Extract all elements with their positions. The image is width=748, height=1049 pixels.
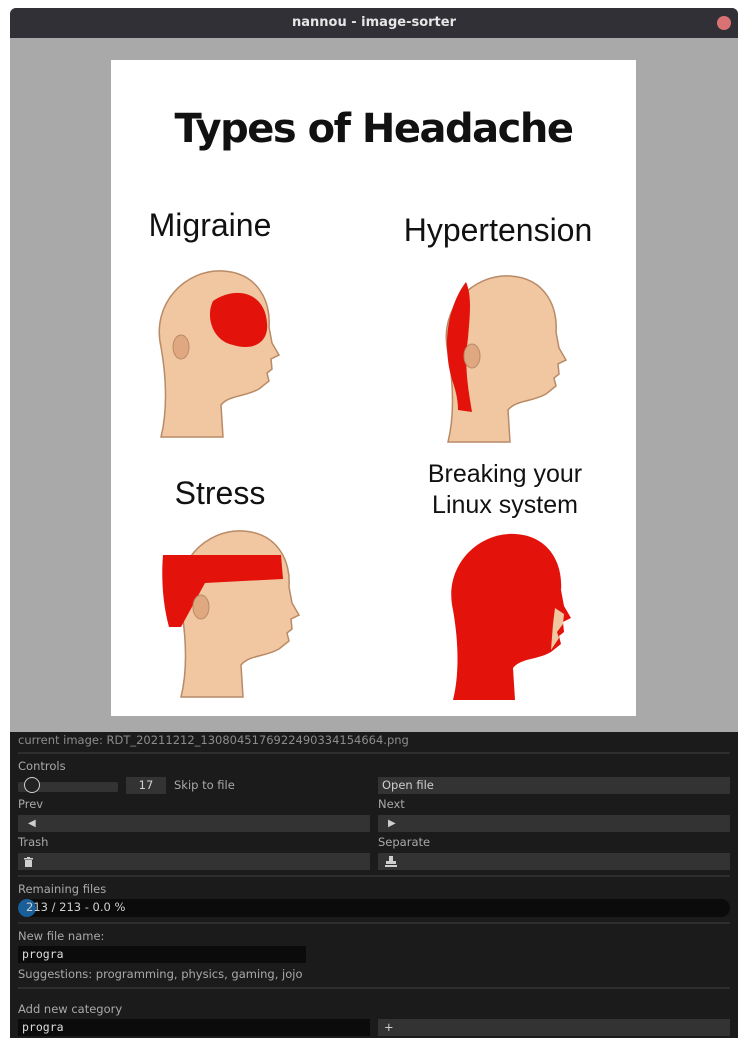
caption-linux-line2: Linux system <box>432 491 578 519</box>
caret-left-icon: ◀ <box>28 818 36 829</box>
controls-label: Controls <box>18 759 66 773</box>
divider <box>18 752 730 754</box>
caption-linux: Breaking your Linux system <box>394 459 616 521</box>
separate-button[interactable] <box>378 853 730 870</box>
separate-label: Separate <box>378 835 431 849</box>
trash-icon <box>24 857 33 867</box>
image-viewer: Types of Headache Migraine Hypertension … <box>10 38 738 732</box>
current-image-label: current image: RDT_20211212_130804517692… <box>18 733 409 747</box>
skip-to-file-label: Skip to file <box>174 778 235 792</box>
divider <box>18 922 730 924</box>
caption-migraine: Migraine <box>148 207 272 243</box>
add-category-input[interactable]: progra <box>18 1019 370 1036</box>
trash-label: Trash <box>18 835 49 849</box>
progress-bar: 213 / 213 - 0.0 % <box>18 899 730 917</box>
prev-label: Prev <box>18 797 44 811</box>
caption-hypertension: Hypertension <box>403 212 593 248</box>
suggestions-text: Suggestions: programming, physics, gamin… <box>18 967 303 981</box>
next-button[interactable]: ▶ <box>378 815 730 832</box>
divider <box>18 987 730 989</box>
stamp-icon <box>385 856 397 867</box>
skip-number-input[interactable]: 17 <box>126 777 166 794</box>
current-image: Types of Headache Migraine Hypertension … <box>111 60 636 716</box>
next-label: Next <box>378 797 405 811</box>
title-bar: nannou - image-sorter <box>10 8 738 38</box>
new-file-name-input[interactable]: progra <box>18 946 306 963</box>
close-button[interactable] <box>717 16 731 30</box>
remaining-files-label: Remaining files <box>18 882 107 896</box>
head-stress <box>162 530 301 698</box>
window-title: nannou - image-sorter <box>292 15 456 30</box>
new-file-name-label: New file name: <box>18 929 105 943</box>
prev-button[interactable]: ◀ <box>18 815 370 832</box>
control-panel: current image: RDT_20211212_130804517692… <box>10 732 738 1038</box>
add-category-button[interactable]: + <box>378 1019 730 1036</box>
caption-stress: Stress <box>174 475 266 511</box>
caption-linux-line1: Breaking your <box>427 460 583 488</box>
app-window: nannou - image-sorter Types of Headache … <box>10 8 738 1038</box>
caret-right-icon: ▶ <box>388 818 396 829</box>
divider <box>18 875 730 877</box>
open-file-button[interactable]: Open file <box>378 777 730 794</box>
head-hypertension <box>445 275 568 443</box>
add-category-label: Add new category <box>18 1002 123 1016</box>
head-migraine <box>158 270 281 438</box>
trash-button[interactable] <box>18 853 370 870</box>
head-linux <box>451 533 571 700</box>
skip-slider-handle[interactable] <box>24 777 40 793</box>
progress-text: 213 / 213 - 0.0 % <box>26 900 126 914</box>
meme-title: Types of Headache <box>174 106 574 152</box>
